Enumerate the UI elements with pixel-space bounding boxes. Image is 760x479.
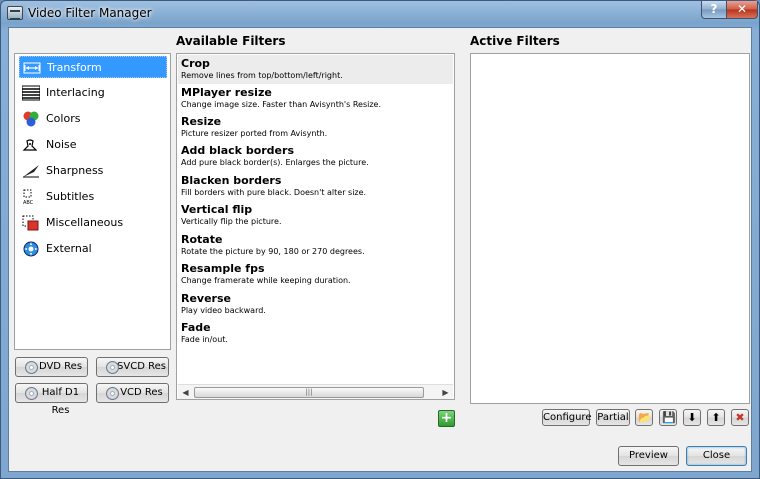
category-noise[interactable]: Noise [19,134,167,156]
half-d1-res-button[interactable]: Half D1 Res [15,383,88,416]
filter-resample-fps[interactable]: Resample fps Change framerate while keep… [178,260,453,289]
filter-name: Reverse [181,292,231,305]
colors-icon [23,111,39,127]
filter-name: Fade [181,321,211,334]
filter-name: Vertical flip [181,203,253,216]
filter-blacken-borders[interactable]: Blacken borders Fill borders with pure b… [178,172,453,201]
disc-icon [25,387,38,400]
transform-icon [23,62,41,74]
category-sharpness[interactable]: Sharpness [19,160,167,182]
remove-filter-button[interactable]: ✖ [731,409,749,426]
open-button[interactable]: 📂 [635,409,653,426]
close-button[interactable]: Close [686,446,747,466]
arrow-up-icon: ⬆ [711,411,721,424]
move-up-button[interactable]: ⬆ [707,409,725,426]
category-label: Noise [46,138,77,151]
category-miscellaneous[interactable]: Miscellaneous [19,212,167,234]
category-external[interactable]: External [19,238,167,260]
category-colors[interactable]: Colors [19,108,167,130]
category-label: Sharpness [46,164,104,177]
filter-fade[interactable]: Fade Fade in/out. [178,319,453,348]
available-filters-heading: Available Filters [176,34,286,48]
category-subtitles[interactable]: ABC Subtitles [19,186,167,208]
filter-reverse[interactable]: Reverse Play video backward. [178,290,453,319]
category-list[interactable]: Transform Interlacing Colors Noise Sharp… [14,53,171,350]
remove-icon: ✖ [735,411,745,424]
category-interlacing[interactable]: Interlacing [19,82,167,104]
category-label: Colors [46,112,81,125]
interlacing-icon [22,85,40,101]
button-label: SVCD Res [117,361,166,372]
disc-icon [106,361,119,374]
filter-name: Crop [181,57,210,70]
category-label: Interlacing [46,86,105,99]
filter-rotate[interactable]: Rotate Rotate the picture by 90, 180 or … [178,231,453,260]
filter-description: Picture resizer ported from Avisynth. [181,129,328,138]
sharpness-icon [23,165,39,178]
save-button[interactable]: 💾 [659,409,677,426]
add-filter-button[interactable]: + [438,410,455,427]
partial-button[interactable]: Partial [596,409,630,426]
category-label: Transform [47,61,102,74]
arrow-down-icon: ⬇ [687,411,697,424]
filter-vertical-flip[interactable]: Vertical flip Vertically flip the pictur… [178,201,453,230]
subtitles-icon: ABC [23,189,34,205]
category-label: Miscellaneous [46,216,124,229]
scroll-thumb[interactable]: ||| [194,387,424,398]
video-filter-manager-window: Video Filter Manager ? ✕ Transform Inter… [0,0,760,479]
filter-crop[interactable]: Crop Remove lines from top/bottom/left/r… [178,55,453,84]
window-close-button[interactable]: ✕ [726,1,758,19]
filter-name: Resample fps [181,262,265,275]
filter-description: Vertically flip the picture. [181,217,282,226]
svcd-res-button[interactable]: SVCD Res [96,357,169,377]
vcd-res-button[interactable]: VCD Res [96,383,169,403]
preview-button[interactable]: Preview [618,446,679,466]
disc-icon [106,387,119,400]
folder-open-icon: 📂 [638,411,652,424]
dialog-body: Transform Interlacing Colors Noise Sharp… [8,27,752,472]
filter-name: MPlayer resize [181,86,272,99]
scroll-left-arrow[interactable]: ◀ [178,385,193,399]
filter-description: Fade in/out. [181,335,228,344]
filter-description: Change framerate while keeping duration. [181,276,351,285]
configure-button[interactable]: Configure [542,409,591,426]
disc-icon [25,361,38,374]
active-filters-list[interactable] [470,53,750,404]
filter-name: Blacken borders [181,174,282,187]
filter-add-black-borders[interactable]: Add black borders Add pure black border(… [178,142,453,171]
filter-name: Add black borders [181,144,294,157]
app-icon [7,6,23,20]
filter-description: Remove lines from top/bottom/left/right. [181,71,343,80]
filter-description: Fill borders with pure black. Doesn't al… [181,188,367,197]
filter-description: Add pure black border(s). Enlarges the p… [181,158,369,167]
button-label: Half D1 Res [41,387,80,416]
title-bar[interactable]: Video Filter Manager ? ✕ [1,1,759,27]
filter-description: Play video backward. [181,306,266,315]
move-down-button[interactable]: ⬇ [683,409,701,426]
scroll-right-arrow[interactable]: ▶ [438,385,453,399]
filter-mplayer-resize[interactable]: MPlayer resize Change image size. Faster… [178,84,453,113]
category-transform[interactable]: Transform [19,56,167,78]
save-icon: 💾 [662,411,676,424]
category-label: External [46,242,92,255]
window-title: Video Filter Manager [28,6,152,20]
filter-name: Resize [181,115,222,128]
filter-description: Change image size. Faster than Avisynth'… [181,100,382,109]
svg-text:ABC: ABC [23,200,34,205]
available-filters-list[interactable]: Crop Remove lines from top/bottom/left/r… [176,53,455,400]
button-label: VCD Res [120,387,163,398]
category-label: Subtitles [46,190,95,203]
filter-resize[interactable]: Resize Picture resizer ported from Avisy… [178,113,453,142]
button-label: DVD Res [38,361,83,372]
active-filters-heading: Active Filters [470,34,560,48]
noise-icon [22,139,38,151]
horizontal-scrollbar[interactable]: ◀ ||| ▶ [178,384,453,399]
filter-name: Rotate [181,233,223,246]
filter-description: Rotate the picture by 90, 180 or 270 deg… [181,247,365,256]
external-icon [23,241,39,257]
miscellaneous-icon [22,215,39,231]
help-button[interactable]: ? [701,1,727,19]
dvd-res-button[interactable]: DVD Res [15,357,88,377]
